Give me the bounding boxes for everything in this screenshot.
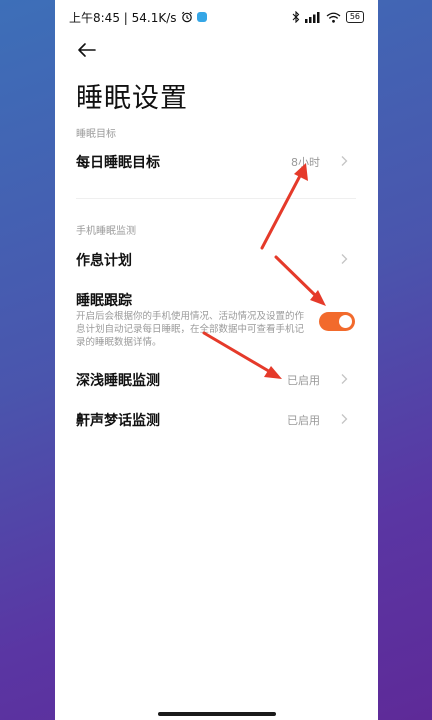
chevron-right-icon bbox=[341, 414, 348, 424]
status-time: 上午8:45 | 54.1K/s bbox=[69, 10, 177, 25]
snore-talk-row[interactable]: 鼾声梦话监测 已启用 bbox=[55, 400, 378, 440]
alarm-icon bbox=[181, 11, 192, 23]
back-button[interactable] bbox=[75, 38, 99, 62]
daily-sleep-goal-label: 每日睡眠目标 bbox=[76, 155, 160, 171]
bluetooth-icon bbox=[292, 11, 300, 23]
deep-light-sleep-label: 深浅睡眠监测 bbox=[76, 373, 160, 389]
sleep-tracking-label: 睡眠跟踪 bbox=[76, 293, 132, 309]
battery-icon: 56 bbox=[345, 11, 364, 23]
snore-talk-label: 鼾声梦话监测 bbox=[76, 413, 160, 429]
daily-sleep-goal-value: 8小时 bbox=[291, 156, 320, 169]
chevron-right-icon bbox=[341, 156, 348, 166]
toggle-knob bbox=[339, 315, 352, 328]
section-divider bbox=[76, 198, 356, 199]
section-label-phone-monitor: 手机睡眠监测 bbox=[76, 226, 136, 237]
page-title: 睡眠设置 bbox=[76, 83, 188, 114]
chevron-right-icon bbox=[341, 374, 348, 384]
status-right: 56 bbox=[292, 11, 364, 23]
sleep-tracking-toggle[interactable] bbox=[319, 312, 355, 331]
arrow-left-icon bbox=[78, 43, 96, 57]
status-left: 上午8:45 | 54.1K/s bbox=[69, 9, 207, 26]
section-label-sleep-goal: 睡眠目标 bbox=[76, 129, 116, 140]
status-bar: 上午8:45 | 54.1K/s 56 bbox=[55, 0, 378, 34]
home-indicator[interactable] bbox=[158, 712, 276, 716]
deep-light-sleep-row[interactable]: 深浅睡眠监测 已启用 bbox=[55, 360, 378, 400]
sleep-tracking-description: 开启后会根据你的手机使用情况、活动情况及设置的作息计划自动记录每日睡眠，在全部数… bbox=[76, 311, 305, 348]
schedule-label: 作息计划 bbox=[76, 253, 132, 269]
signal-icon bbox=[304, 11, 320, 23]
schedule-row[interactable]: 作息计划 bbox=[55, 240, 378, 280]
app-notification-icon bbox=[196, 12, 207, 22]
wifi-icon bbox=[326, 12, 341, 23]
chevron-right-icon bbox=[341, 254, 348, 264]
phone-screen: 上午8:45 | 54.1K/s 56 睡眠设置 睡眠目标 每日睡眠目标 8小时… bbox=[55, 0, 378, 720]
daily-sleep-goal-row[interactable]: 每日睡眠目标 8小时 bbox=[55, 142, 378, 182]
deep-light-sleep-value: 已启用 bbox=[287, 374, 320, 387]
snore-talk-value: 已启用 bbox=[287, 414, 320, 427]
